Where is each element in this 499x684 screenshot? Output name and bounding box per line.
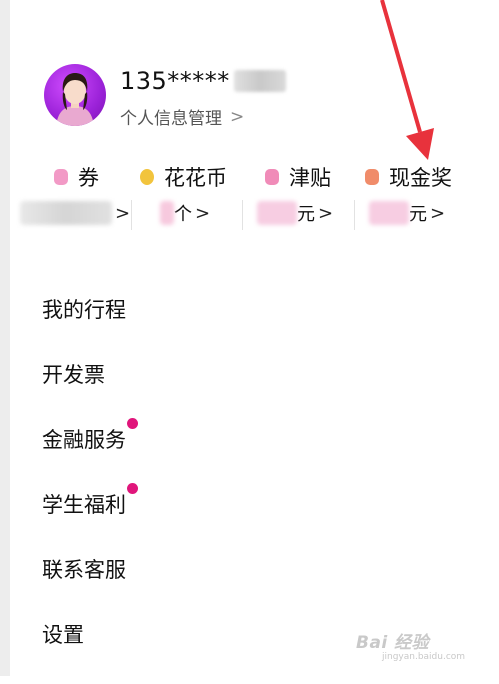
settings-menu: 我的行程 开发票 金融服务 学生福利 联系客服 设置: [42, 294, 482, 684]
personal-info-label: 个人信息管理: [120, 109, 222, 129]
coupon-icon: [54, 169, 68, 185]
wallet-value: 元: [409, 204, 427, 225]
menu-item-label: 开发票: [42, 363, 105, 387]
personal-info-link[interactable]: 个人信息管理 >: [120, 104, 245, 130]
cash-reward-icon: [365, 169, 379, 185]
masked-value: [257, 201, 297, 225]
avatar-illustration: [56, 73, 94, 126]
wallet-item-coupon[interactable]: 券 >: [14, 160, 130, 234]
menu-item-label: 设置: [42, 623, 84, 647]
watermark-sub: jingyan.baidu.com: [382, 652, 466, 662]
allowance-icon: [265, 169, 279, 185]
wallet-value: 元: [297, 204, 315, 225]
chevron-right-icon: >: [430, 202, 446, 224]
masked-value: [160, 201, 174, 225]
menu-item-invoice[interactable]: 开发票: [42, 359, 482, 424]
notification-dot: [127, 418, 138, 429]
chevron-right-icon: >: [318, 202, 334, 224]
chevron-right-icon: >: [230, 106, 245, 127]
left-edge: [0, 0, 10, 676]
menu-item-student-benefits[interactable]: 学生福利: [42, 483, 482, 554]
wallet-label: 花花币: [164, 166, 227, 190]
wallet-label: 津贴: [289, 166, 331, 190]
wallet-summary: 券 > 花花币 个 > 津贴 元 > 现金奖 元 >: [14, 160, 484, 234]
phone-number-row: 135*****: [120, 66, 286, 96]
avatar[interactable]: [44, 64, 106, 126]
menu-item-customer-service[interactable]: 联系客服: [42, 554, 482, 619]
notification-dot: [127, 483, 138, 494]
phone-number-masked: [233, 70, 286, 92]
wallet-label: 券: [78, 166, 99, 190]
annotation-arrow-icon: [380, 0, 434, 160]
watermark-main: Bai 经验: [356, 633, 430, 653]
coin-icon: [140, 169, 154, 185]
menu-item-label: 金融服务: [42, 428, 126, 452]
menu-item-financial-services[interactable]: 金融服务: [42, 418, 482, 489]
masked-value: [20, 201, 112, 225]
wallet-item-allowance[interactable]: 津贴 元 >: [243, 160, 353, 234]
menu-item-my-trips[interactable]: 我的行程: [42, 294, 482, 359]
masked-value: [369, 201, 409, 225]
chevron-right-icon: >: [195, 202, 211, 224]
wallet-item-coins[interactable]: 花花币 个 >: [132, 160, 242, 234]
menu-item-label: 学生福利: [42, 493, 126, 517]
menu-item-label: 联系客服: [42, 558, 126, 582]
wallet-item-cash-reward[interactable]: 现金奖 元 >: [355, 160, 484, 234]
chevron-right-icon: >: [115, 202, 131, 224]
menu-item-label: 我的行程: [42, 298, 126, 322]
phone-number: 135*****: [120, 67, 230, 95]
wallet-value: 个: [174, 204, 192, 225]
baidu-watermark: Bai 经验 jingyan.baidu.com: [356, 628, 486, 672]
